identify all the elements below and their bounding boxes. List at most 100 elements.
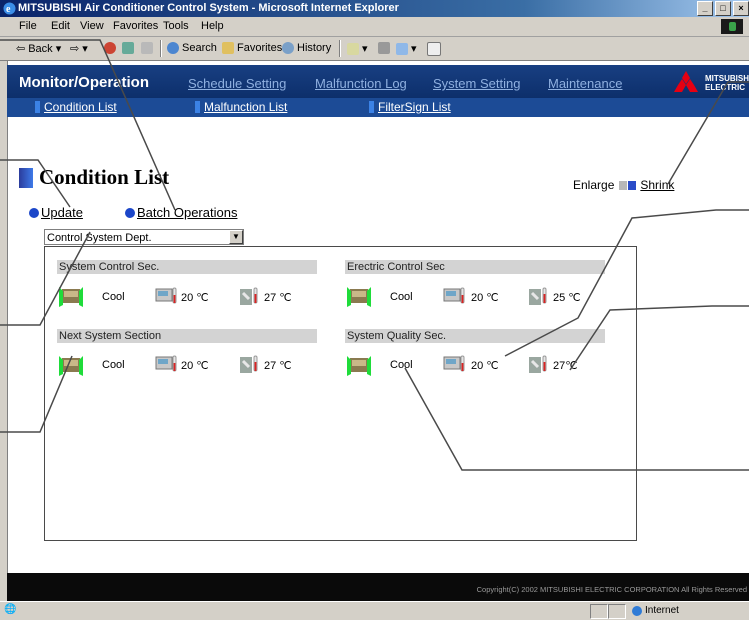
set-temp: 27℃ [553,360,578,372]
app-title-monitor-operation[interactable]: Monitor/Operation [19,74,149,91]
back-label: Back [28,42,53,55]
refresh-button[interactable] [122,42,134,54]
indoor-unit-icon[interactable] [346,352,372,378]
status-cell [608,604,626,619]
edit-page-button[interactable]: ▾ [396,42,417,55]
print-button[interactable] [378,42,390,54]
edit-icon [396,42,408,55]
update-link[interactable]: Update [29,205,83,220]
close-button[interactable]: × [733,1,749,16]
nav-malfunction-log[interactable]: Malfunction Log [315,76,407,91]
stop-button[interactable] [104,42,116,54]
mode-text: Cool [102,291,125,303]
group-select-value: Control System Dept. [47,232,152,244]
menu-edit[interactable]: Edit [51,20,70,32]
menu-favorites[interactable]: Favorites [113,20,158,32]
subnav-malfunction-list[interactable]: Malfunction List [195,100,287,114]
indoor-unit-icon[interactable] [58,352,84,378]
batch-operations-link[interactable]: Batch Operations [125,205,237,220]
dropdown-arrow-icon: ▾ [55,43,62,55]
set-temp-icon [240,287,258,305]
dropdown-arrow-icon: ▾ [411,43,417,55]
main-nav-bar: Monitor/Operation Schedule Setting Malfu… [7,65,749,98]
enlarge-label[interactable]: Enlarge [573,178,614,192]
globe-icon [632,605,642,616]
mitsubishi-logo: MITSUBISHI ELECTRIC [671,71,749,95]
room-temp-icon [155,287,177,304]
footer-bar: Copyright(C) 2002 MITSUBISHI ELECTRIC CO… [7,573,749,601]
group-header: System Quality Sec. [345,329,605,343]
maximize-button[interactable]: □ [715,1,731,16]
copyright-text: Copyright(C) 2002 MITSUBISHI ELECTRIC CO… [476,585,747,594]
chevron-down-icon[interactable]: ▼ [229,230,243,244]
room-temp-icon [443,287,465,304]
page-title-text: Condition List [39,165,170,189]
toolbar-separator [160,40,162,57]
set-temp-icon [240,355,258,373]
nav-maintenance[interactable]: Maintenance [548,76,622,91]
condition-panel: System Control Sec. Cool 20 ℃ 27 ℃ Erect… [44,246,637,541]
room-temp: 20 ℃ [181,292,209,304]
favorites-label: Favorites [237,42,283,54]
batch-operations-label: Batch Operations [137,205,238,220]
favorites-icon [222,42,234,54]
toolbar-separator [339,40,341,57]
history-button[interactable]: History [282,42,331,54]
indoor-unit-icon[interactable] [346,283,372,309]
set-temp: 25 ℃ [553,292,581,304]
sub-nav-bar: Condition List Malfunction List FilterSi… [7,98,749,117]
dropdown-arrow-icon: ▾ [362,43,368,55]
window-left-frame [0,61,8,601]
print-icon [378,42,390,54]
subnav-label: Malfunction List [204,100,288,114]
subnav-condition-list[interactable]: Condition List [35,100,117,114]
nav-system-setting[interactable]: System Setting [433,76,520,91]
favorites-button[interactable]: Favorites [222,42,282,54]
search-icon [167,42,179,54]
home-button[interactable] [141,42,153,54]
indoor-unit-icon[interactable] [58,283,84,309]
forward-button[interactable]: ⇨ ▾ [70,42,88,55]
search-button[interactable]: Search [167,42,217,54]
mode-text: Cool [390,291,413,303]
room-temp: 20 ℃ [471,360,499,372]
brand-text: MITSUBISHI ELECTRIC [705,74,749,92]
shrink-icon[interactable] [628,180,637,190]
back-arrow-icon: ⇦ [16,43,26,55]
nav-schedule-setting[interactable]: Schedule Setting [188,76,286,91]
forward-arrow-icon: ⇨ [70,43,80,55]
subnav-filtersign-list[interactable]: FilterSign List [369,100,451,114]
brand-line2: ELECTRIC [705,83,745,92]
set-temp-icon [529,287,547,305]
ie-logo-icon: e [3,2,16,15]
enlarge-icon[interactable] [619,180,628,190]
shrink-link[interactable]: Shrink [640,178,674,192]
security-zone: Internet [632,605,679,616]
menu-help[interactable]: Help [201,20,224,32]
mail-button[interactable]: ▾ [347,42,368,55]
discuss-button[interactable] [427,42,441,56]
bullet-icon [125,207,135,218]
window-titlebar: e MITSUBISHI Air Conditioner Control Sys… [0,0,749,17]
mode-text: Cool [102,359,125,371]
group-header: System Control Sec. [57,260,317,274]
history-label: History [297,42,332,54]
set-temp: 27 ℃ [264,292,292,304]
group-header: Next System Section [57,329,317,343]
subnav-label: FilterSign List [378,100,451,114]
subnav-marker-icon [35,101,40,113]
menu-tools[interactable]: Tools [163,20,189,32]
room-temp-icon [155,355,177,372]
status-cell [590,604,608,619]
svg-text:e: e [6,4,11,15]
back-button[interactable]: ⇦ Back ▾ [16,42,62,56]
minimize-button[interactable]: _ [697,1,713,16]
title-marker-icon [19,167,33,188]
group-header: Erectric Control Sec [345,260,605,274]
menu-file[interactable]: File [19,20,37,32]
subnav-marker-icon [195,101,200,113]
set-temp: 27 ℃ [264,360,292,372]
home-icon [141,42,153,54]
group-select[interactable]: Control System Dept. ▼ [44,229,244,245]
menu-view[interactable]: View [80,20,104,32]
